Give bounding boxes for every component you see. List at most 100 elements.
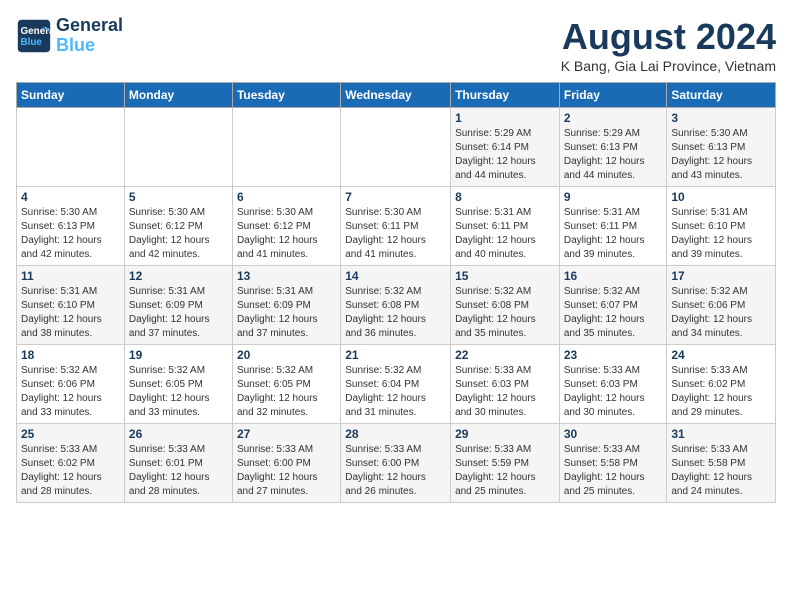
svg-text:Blue: Blue: [21, 37, 43, 48]
day-info: Sunrise: 5:31 AMSunset: 6:09 PMDaylight:…: [129, 285, 228, 341]
day-number: 25: [21, 427, 120, 441]
day-info: Sunrise: 5:31 AMSunset: 6:11 PMDaylight:…: [564, 206, 663, 262]
day-number: 23: [564, 348, 663, 362]
day-info: Sunrise: 5:32 AMSunset: 6:06 PMDaylight:…: [21, 364, 120, 420]
day-info: Sunrise: 5:32 AMSunset: 6:07 PMDaylight:…: [564, 285, 663, 341]
day-number: 22: [455, 348, 555, 362]
day-number: 20: [237, 348, 336, 362]
day-number: 26: [129, 427, 228, 441]
day-info: Sunrise: 5:33 AMSunset: 6:02 PMDaylight:…: [21, 443, 120, 499]
calendar-cell: 14Sunrise: 5:32 AMSunset: 6:08 PMDayligh…: [341, 266, 451, 345]
week-row-4: 18 Sunrise: 5:32 AMSunset: 6:06 PMDayligh…: [17, 345, 776, 424]
header-sunday: Sunday: [17, 83, 125, 108]
header-thursday: Thursday: [451, 83, 560, 108]
calendar-cell: 19 Sunrise: 5:32 AMSunset: 6:05 PMDayligh…: [124, 345, 232, 424]
calendar-cell: 26 Sunrise: 5:33 AMSunset: 6:01 PMDayligh…: [124, 424, 232, 503]
day-info: Sunrise: 5:32 AMSunset: 6:08 PMDaylight:…: [455, 285, 555, 341]
day-info: Sunrise: 5:32 AMSunset: 6:05 PMDaylight:…: [129, 364, 228, 420]
day-info: Sunrise: 5:29 AMSunset: 6:13 PMDaylight:…: [564, 127, 663, 183]
calendar-cell: 3 Sunrise: 5:30 AMSunset: 6:13 PMDaylight…: [667, 108, 776, 187]
header-saturday: Saturday: [667, 83, 776, 108]
day-info: Sunrise: 5:33 AMSunset: 6:02 PMDaylight:…: [671, 364, 771, 420]
day-info: Sunrise: 5:33 AMSunset: 6:03 PMDaylight:…: [564, 364, 663, 420]
calendar-cell: 22 Sunrise: 5:33 AMSunset: 6:03 PMDayligh…: [451, 345, 560, 424]
calendar-cell: 29Sunrise: 5:33 AMSunset: 5:59 PMDayligh…: [451, 424, 560, 503]
day-number: 8: [455, 190, 555, 204]
day-info: Sunrise: 5:30 AMSunset: 6:13 PMDaylight:…: [671, 127, 771, 183]
calendar-cell: 6 Sunrise: 5:30 AMSunset: 6:12 PMDaylight…: [232, 187, 340, 266]
calendar-table: SundayMondayTuesdayWednesdayThursdayFrid…: [16, 82, 776, 503]
month-title: August 2024: [561, 16, 776, 58]
calendar-cell: 13 Sunrise: 5:31 AMSunset: 6:09 PMDayligh…: [232, 266, 340, 345]
week-row-3: 11Sunrise: 5:31 AMSunset: 6:10 PMDayligh…: [17, 266, 776, 345]
day-number: 1: [455, 111, 555, 125]
calendar-cell: 27Sunrise: 5:33 AMSunset: 6:00 PMDayligh…: [232, 424, 340, 503]
calendar-cell: 10 Sunrise: 5:31 AMSunset: 6:10 PMDayligh…: [667, 187, 776, 266]
day-info: Sunrise: 5:30 AMSunset: 6:11 PMDaylight:…: [345, 206, 446, 262]
day-number: 18: [21, 348, 120, 362]
day-number: 12: [129, 269, 228, 283]
day-number: 28: [345, 427, 446, 441]
day-info: Sunrise: 5:32 AMSunset: 6:04 PMDaylight:…: [345, 364, 446, 420]
calendar-cell: 12 Sunrise: 5:31 AMSunset: 6:09 PMDayligh…: [124, 266, 232, 345]
day-number: 10: [671, 190, 771, 204]
day-info: Sunrise: 5:30 AMSunset: 6:12 PMDaylight:…: [237, 206, 336, 262]
day-number: 19: [129, 348, 228, 362]
day-number: 16: [564, 269, 663, 283]
day-info: Sunrise: 5:29 AMSunset: 6:14 PMDaylight:…: [455, 127, 555, 183]
day-number: 31: [671, 427, 771, 441]
day-number: 15: [455, 269, 555, 283]
calendar-cell: 16 Sunrise: 5:32 AMSunset: 6:07 PMDayligh…: [559, 266, 667, 345]
calendar-cell: 20 Sunrise: 5:32 AMSunset: 6:05 PMDayligh…: [232, 345, 340, 424]
day-info: Sunrise: 5:30 AMSunset: 6:12 PMDaylight:…: [129, 206, 228, 262]
calendar-cell: 9 Sunrise: 5:31 AMSunset: 6:11 PMDaylight…: [559, 187, 667, 266]
calendar-cell: 25 Sunrise: 5:33 AMSunset: 6:02 PMDayligh…: [17, 424, 125, 503]
logo: General Blue General Blue: [16, 16, 123, 56]
calendar-cell: [232, 108, 340, 187]
calendar-cell: 5 Sunrise: 5:30 AMSunset: 6:12 PMDaylight…: [124, 187, 232, 266]
week-row-5: 25 Sunrise: 5:33 AMSunset: 6:02 PMDayligh…: [17, 424, 776, 503]
header-wednesday: Wednesday: [341, 83, 451, 108]
calendar-cell: 17Sunrise: 5:32 AMSunset: 6:06 PMDayligh…: [667, 266, 776, 345]
day-number: 30: [564, 427, 663, 441]
header-monday: Monday: [124, 83, 232, 108]
day-info: Sunrise: 5:33 AMSunset: 6:03 PMDaylight:…: [455, 364, 555, 420]
day-info: Sunrise: 5:33 AMSunset: 6:01 PMDaylight:…: [129, 443, 228, 499]
day-number: 6: [237, 190, 336, 204]
calendar-cell: [124, 108, 232, 187]
day-number: 9: [564, 190, 663, 204]
calendar-cell: 30 Sunrise: 5:33 AMSunset: 5:58 PMDayligh…: [559, 424, 667, 503]
day-info: Sunrise: 5:33 AMSunset: 6:00 PMDaylight:…: [345, 443, 446, 499]
day-info: Sunrise: 5:32 AMSunset: 6:06 PMDaylight:…: [671, 285, 771, 341]
calendar-cell: 15 Sunrise: 5:32 AMSunset: 6:08 PMDayligh…: [451, 266, 560, 345]
day-info: Sunrise: 5:32 AMSunset: 6:08 PMDaylight:…: [345, 285, 446, 341]
day-info: Sunrise: 5:31 AMSunset: 6:09 PMDaylight:…: [237, 285, 336, 341]
calendar-cell: 4 Sunrise: 5:30 AMSunset: 6:13 PMDaylight…: [17, 187, 125, 266]
calendar-cell: 24 Sunrise: 5:33 AMSunset: 6:02 PMDayligh…: [667, 345, 776, 424]
calendar-cell: 23 Sunrise: 5:33 AMSunset: 6:03 PMDayligh…: [559, 345, 667, 424]
header-tuesday: Tuesday: [232, 83, 340, 108]
calendar-cell: 11Sunrise: 5:31 AMSunset: 6:10 PMDayligh…: [17, 266, 125, 345]
day-number: 5: [129, 190, 228, 204]
logo-icon: General Blue: [16, 18, 52, 54]
calendar-cell: 2Sunrise: 5:29 AMSunset: 6:13 PMDaylight…: [559, 108, 667, 187]
day-info: Sunrise: 5:31 AMSunset: 6:10 PMDaylight:…: [671, 206, 771, 262]
header-friday: Friday: [559, 83, 667, 108]
title-block: August 2024 K Bang, Gia Lai Province, Vi…: [561, 16, 776, 74]
day-info: Sunrise: 5:31 AMSunset: 6:10 PMDaylight:…: [21, 285, 120, 341]
day-info: Sunrise: 5:30 AMSunset: 6:13 PMDaylight:…: [21, 206, 120, 262]
day-number: 29: [455, 427, 555, 441]
day-number: 13: [237, 269, 336, 283]
day-info: Sunrise: 5:31 AMSunset: 6:11 PMDaylight:…: [455, 206, 555, 262]
day-number: 24: [671, 348, 771, 362]
calendar-cell: 7Sunrise: 5:30 AMSunset: 6:11 PMDaylight…: [341, 187, 451, 266]
calendar-cell: 8 Sunrise: 5:31 AMSunset: 6:11 PMDaylight…: [451, 187, 560, 266]
calendar-cell: 31Sunrise: 5:33 AMSunset: 5:58 PMDayligh…: [667, 424, 776, 503]
day-info: Sunrise: 5:33 AMSunset: 5:58 PMDaylight:…: [564, 443, 663, 499]
logo-text: General Blue: [56, 16, 123, 56]
day-number: 3: [671, 111, 771, 125]
day-info: Sunrise: 5:32 AMSunset: 6:05 PMDaylight:…: [237, 364, 336, 420]
page-header: General Blue General Blue August 2024 K …: [16, 16, 776, 74]
calendar-cell: 21Sunrise: 5:32 AMSunset: 6:04 PMDayligh…: [341, 345, 451, 424]
day-number: 4: [21, 190, 120, 204]
